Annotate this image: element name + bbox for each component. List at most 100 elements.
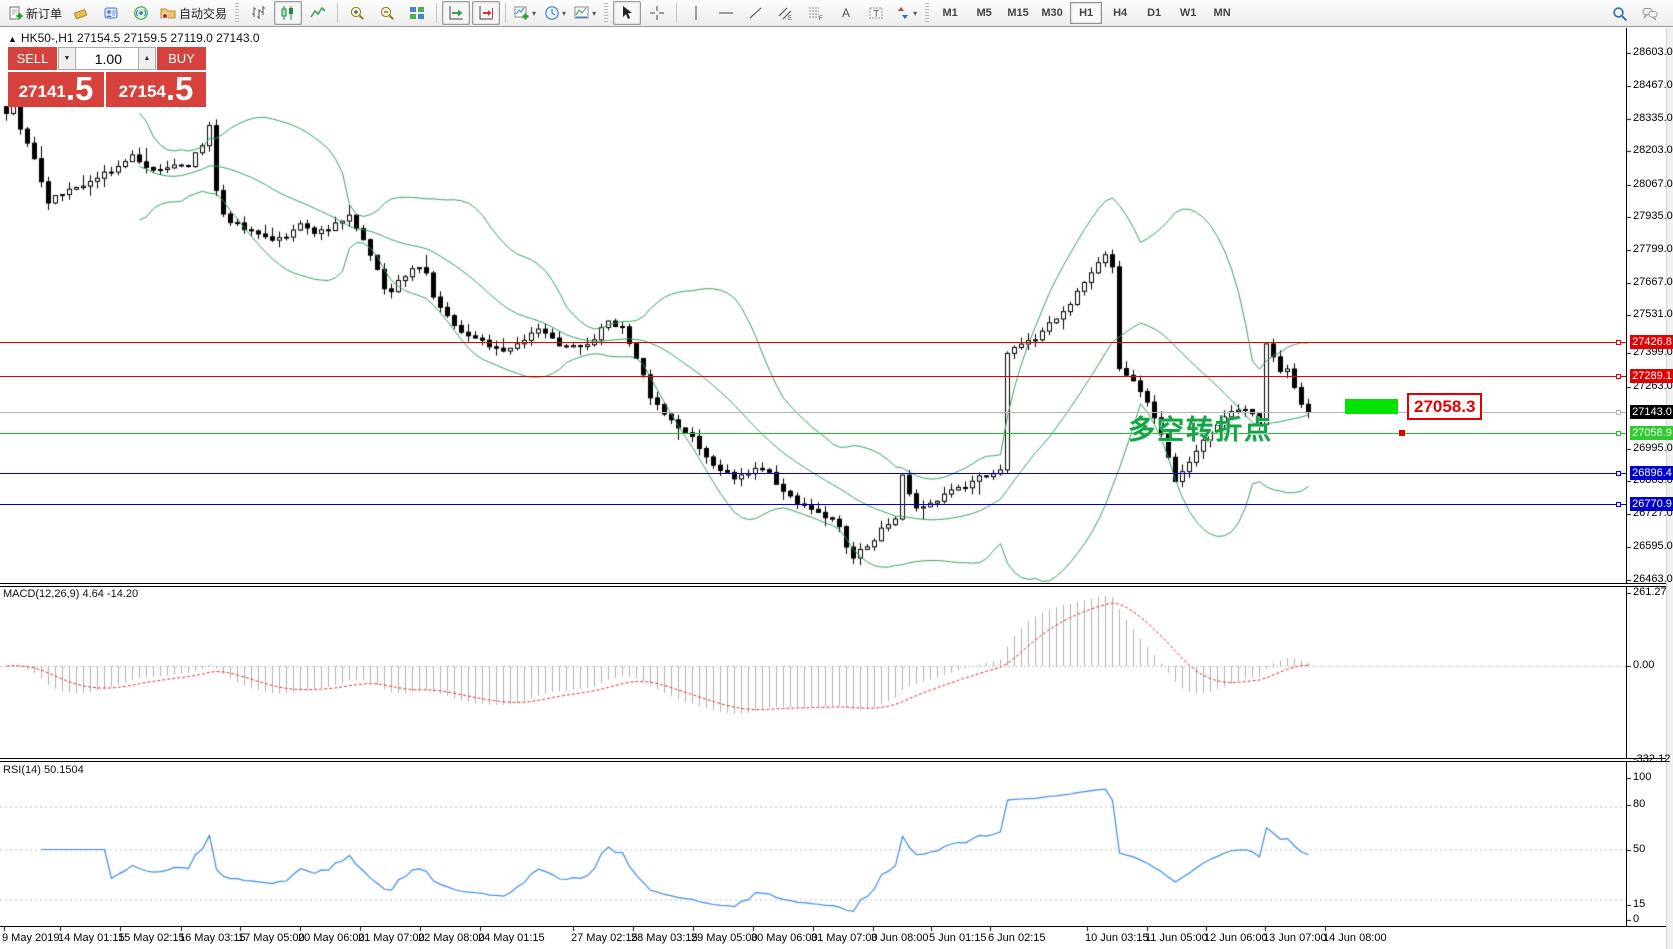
auto-scroll-button[interactable] (442, 1, 470, 25)
volume-input[interactable] (76, 47, 138, 70)
timeframe-h4-button[interactable]: H4 (1104, 2, 1136, 24)
profiles-icon (103, 5, 119, 21)
time-axis-label: 21 May 07:00 (358, 932, 425, 944)
svg-text:E: E (788, 16, 792, 21)
new-order-button[interactable]: 新订单 (4, 1, 65, 25)
profiles-button[interactable] (97, 1, 125, 25)
horizontal-level-line-27426.8[interactable] (0, 342, 1626, 343)
timeframe-m15-button[interactable]: M15 (1002, 2, 1034, 24)
autotrading-icon (160, 5, 176, 21)
tile-windows-button[interactable] (403, 1, 431, 25)
time-axis-label: 3 Jun 08:00 (871, 932, 929, 944)
level-line-anchor (1616, 374, 1621, 379)
bar-chart-button[interactable] (244, 1, 272, 25)
fibonacci-icon: F (808, 5, 824, 21)
line-chart-button[interactable] (304, 1, 332, 25)
chevron-down-icon: ▾ (592, 9, 596, 18)
timeframe-w1-button[interactable]: W1 (1172, 2, 1204, 24)
time-axis-label: 29 May 05:00 (691, 932, 758, 944)
price-axis-border (1626, 28, 1627, 926)
price-level-label: 26770.9 (1630, 497, 1673, 511)
equidistant-channel-button[interactable]: E (772, 1, 800, 25)
mt4-chart-window: 新订单自动交易▾▾▾EFAT▾ M1M5M15M30H1H4D1W1MN ▲HK… (0, 0, 1673, 949)
highlight-rectangle-object[interactable] (1345, 399, 1398, 414)
toolbar-separator (436, 3, 437, 23)
periods-button[interactable]: ▾ (541, 1, 569, 25)
chart-canvas[interactable] (0, 0, 1673, 949)
timeframe-h1-button[interactable]: H1 (1070, 2, 1102, 24)
time-axis-label: 31 May 07:00 (811, 932, 878, 944)
chinese-annotation-text[interactable]: 多空转折点 (1128, 408, 1273, 447)
one-click-trading-panel: SELL ▼ ▲ BUY 27141 .5 27154 .5 (8, 47, 206, 107)
price-level-label: 26896.4 (1630, 466, 1673, 480)
search-icon[interactable] (1606, 2, 1634, 26)
chart-title: ▲HK50-,H1 27154.5 27159.5 27119.0 27143.… (8, 31, 260, 45)
signals-button[interactable] (127, 1, 155, 25)
signals-icon (133, 5, 149, 21)
sell-button[interactable]: SELL (8, 47, 58, 70)
horizontal-level-line-26770.9[interactable] (0, 504, 1626, 505)
pane-divider-macd[interactable] (0, 583, 1673, 587)
price-level-label: 27058.9 (1630, 426, 1673, 440)
zoom-in-icon (349, 5, 365, 21)
indicators-button[interactable]: ▾ (511, 1, 539, 25)
buy-price[interactable]: 27154 .5 (106, 72, 206, 107)
crosshair-button[interactable] (643, 1, 671, 25)
text-label-icon: T (868, 5, 884, 21)
time-axis-label: 15 May 02:15 (118, 932, 185, 944)
time-axis-label: 16 May 03:15 (179, 932, 246, 944)
trendline-button[interactable] (742, 1, 770, 25)
time-axis-border (0, 926, 1673, 927)
autotrading-button[interactable]: 自动交易 (157, 1, 230, 25)
candlestick-button[interactable] (274, 1, 302, 25)
vertical-scrollbar[interactable] (1666, 28, 1673, 949)
zoom-out-button[interactable] (373, 1, 401, 25)
sell-price-prefix: 27141 (19, 79, 66, 105)
crosshair-icon (649, 5, 665, 21)
periods-icon (544, 5, 560, 21)
price-level-label: 27289.1 (1630, 369, 1673, 383)
horizontal-level-line-27058.9[interactable] (0, 433, 1626, 434)
timeframe-m1-button[interactable]: M1 (934, 2, 966, 24)
volume-increase-button[interactable]: ▲ (138, 47, 156, 70)
templates-button[interactable]: ▾ (571, 1, 599, 25)
level-line-anchor (1616, 471, 1621, 476)
time-axis-label: 6 Jun 02:15 (988, 932, 1046, 944)
timeframe-m30-button[interactable]: M30 (1036, 2, 1068, 24)
rsi-axis-tick: 100 (1633, 771, 1651, 783)
vertical-line-button[interactable] (682, 1, 710, 25)
eraser-button[interactable] (67, 1, 95, 25)
pane-divider-rsi[interactable] (0, 758, 1673, 762)
horizontal-level-line-26896.4[interactable] (0, 473, 1626, 474)
arrows-button[interactable]: ▾ (892, 1, 920, 25)
text-label-button[interactable]: T (862, 1, 890, 25)
time-axis-label: 13 Jun 07:00 (1263, 932, 1327, 944)
equidistant-channel-icon: E (778, 5, 794, 21)
fibonacci-button[interactable]: F (802, 1, 830, 25)
bar-chart-icon (250, 5, 266, 21)
cursor-button[interactable] (613, 1, 641, 25)
sell-price-big-digit: .5 (66, 72, 94, 105)
text-icon: A (838, 5, 854, 21)
timeframe-mn-button[interactable]: MN (1206, 2, 1238, 24)
horizontal-line-button[interactable] (712, 1, 740, 25)
timeframe-m5-button[interactable]: M5 (968, 2, 1000, 24)
text-button[interactable]: A (832, 1, 860, 25)
line-chart-icon (310, 5, 326, 21)
buy-price-big-digit: .5 (166, 72, 194, 105)
toolbar-separator (505, 3, 506, 23)
sell-price[interactable]: 27141 .5 (8, 72, 104, 107)
new-order-icon (7, 5, 23, 21)
timeframe-d1-button[interactable]: D1 (1138, 2, 1170, 24)
chat-icon[interactable] (1636, 2, 1664, 26)
auto-scroll-icon (448, 5, 464, 21)
volume-decrease-button[interactable]: ▼ (58, 47, 76, 70)
svg-text:A: A (842, 6, 850, 20)
buy-button[interactable]: BUY (156, 47, 206, 70)
time-axis-label: 10 Jun 03:15 (1085, 932, 1149, 944)
horizontal-level-line-27289.1[interactable] (0, 376, 1626, 377)
zoom-in-button[interactable] (343, 1, 371, 25)
chart-shift-button[interactable] (472, 1, 500, 25)
price-callout-box[interactable]: 27058.3 (1407, 393, 1482, 420)
vertical-line-icon (688, 5, 704, 21)
